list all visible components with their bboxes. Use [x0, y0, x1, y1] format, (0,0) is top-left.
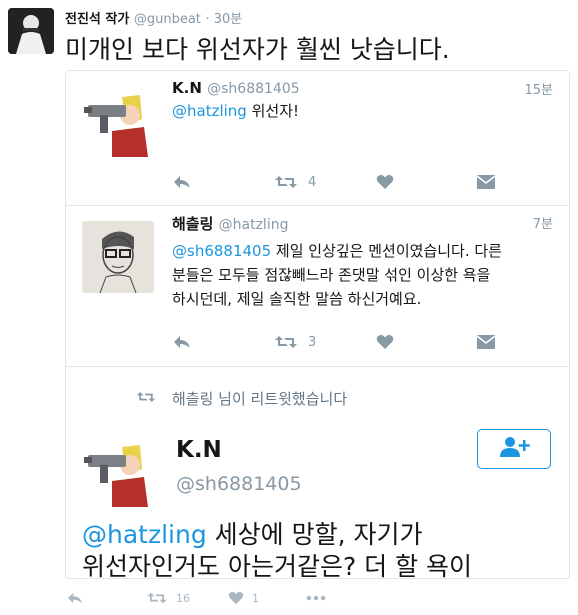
message-icon[interactable] [476, 331, 496, 353]
reply-icon[interactable] [66, 588, 84, 608]
tweet-body: @hatzling 세상에 망할, 자기가 위선자인거도 아는거같은? 더 할 … [82, 519, 562, 579]
main-tweet-actions: 16 1 [66, 588, 386, 608]
like-button[interactable]: 1 [228, 588, 259, 608]
tweet-author-handle[interactable]: @hatzling [219, 217, 289, 233]
like-icon[interactable] [376, 331, 394, 353]
avatar-kn[interactable] [82, 435, 154, 507]
mention-link[interactable]: @hatzling [172, 102, 247, 120]
retweet-icon [146, 591, 168, 605]
like-icon[interactable] [376, 171, 394, 193]
tweet-author[interactable]: 해츨링 @hatzling [172, 213, 288, 234]
retweet-button[interactable]: 3 [274, 331, 316, 353]
tweet-author[interactable]: K.N @sh6881405 [172, 79, 300, 97]
tweet-text-line: 제일 인상깊은 멘션이였습니다. 다른 [271, 242, 502, 260]
tweet-text: 미개인 보다 위선자가 훨씬 낫습니다. [65, 35, 450, 64]
more-icon[interactable] [306, 588, 326, 608]
follow-button[interactable] [477, 429, 551, 469]
message-icon[interactable] [476, 171, 496, 193]
tweet-author-name[interactable]: 해츨링 [172, 215, 213, 233]
tweet-text-line: 위선자인거도 아는거같은? 더 할 욕이 [82, 552, 473, 579]
divider [66, 366, 569, 367]
tweet-hatzling[interactable]: 해츨링 @hatzling 7분 @sh6881405 제일 인상깊은 멘션이였… [66, 206, 569, 366]
avatar-hatzling[interactable] [82, 221, 154, 293]
tweet-author-name[interactable]: K.N [176, 437, 222, 463]
reply-icon[interactable] [172, 171, 192, 193]
tweet-author-handle[interactable]: @sh6881405 [207, 81, 300, 97]
tweet-text-line: 하시던데, 제일 솔직한 말씀 하신거예요. [172, 290, 422, 308]
tweet-actions: 3 [172, 331, 502, 353]
tweet-time[interactable]: 15분 [524, 79, 553, 98]
mention-link[interactable]: @hatzling [82, 520, 207, 549]
author-name[interactable]: 전진석 작가 [65, 12, 129, 27]
tweet-text-line: 분들은 모두들 점잖빼느라 존댓말 섞인 이상한 욕을 [172, 266, 491, 284]
mention-link[interactable]: @sh6881405 [172, 242, 271, 260]
quoted-thread[interactable]: K.N @sh6881405 15분 @hatzling 위선자! 4 해츨링 … [65, 70, 570, 579]
tweet-actions: 4 [172, 171, 502, 193]
tweet-time[interactable]: · 30분 [205, 12, 242, 27]
retweet-count: 4 [308, 174, 317, 190]
retweet-icon [136, 390, 156, 408]
author-handle[interactable]: @gunbeat [134, 12, 201, 27]
retweet-icon [274, 174, 298, 190]
avatar-kn[interactable] [82, 85, 154, 157]
reply-icon[interactable] [172, 331, 192, 353]
retweet-notice-text[interactable]: 해츨링 님이 리트윗했습니다 [172, 388, 347, 409]
author-header: 전진석 작가 @gunbeat · 30분 [65, 8, 242, 27]
retweet-count: 3 [308, 334, 317, 350]
tweet-text-line: 세상에 망할, 자기가 [206, 520, 423, 549]
retweet-count: 16 [176, 591, 190, 605]
like-icon [228, 591, 244, 605]
retweet-icon [274, 334, 298, 350]
retweet-button[interactable]: 4 [274, 171, 316, 193]
like-count: 1 [252, 591, 259, 605]
tweet-time[interactable]: 7분 [533, 213, 553, 232]
tweet-author-handle[interactable]: @sh6881405 [176, 473, 302, 495]
tweet-author-name[interactable]: K.N [172, 79, 202, 97]
retweet-notice: 해츨링 님이 리트윗했습니다 [136, 388, 347, 409]
tweet-text: 위선자! [246, 102, 300, 120]
follow-icon [497, 435, 531, 463]
tweet-kn[interactable]: K.N @sh6881405 15분 @hatzling 위선자! 4 [66, 71, 569, 205]
author-avatar[interactable] [8, 8, 54, 54]
retweet-button[interactable]: 16 [146, 588, 190, 608]
tweet-body: @hatzling 위선자! [172, 99, 556, 123]
tweet-body: @sh6881405 제일 인상깊은 멘션이였습니다. 다른 분들은 모두들 점… [172, 239, 562, 311]
